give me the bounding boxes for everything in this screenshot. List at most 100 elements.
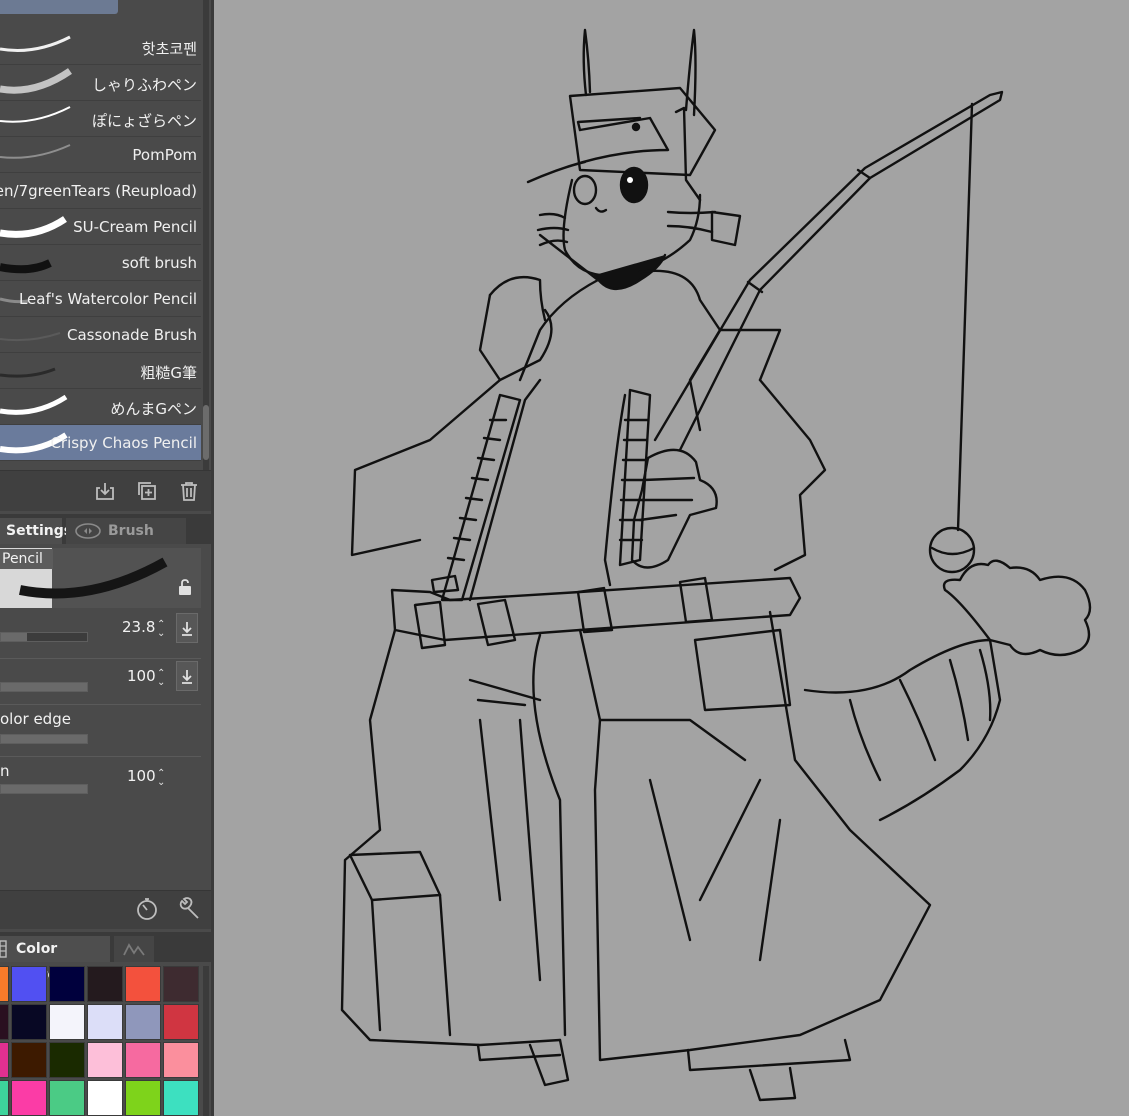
color-edge-label: olor edge — [0, 710, 71, 728]
brush-item[interactable]: SU-Cream Pencil — [0, 209, 201, 245]
brush-name: Cassonade Brush — [67, 326, 197, 344]
tab-brush-size[interactable]: Brush Size — [66, 518, 186, 565]
brush-list-scroll-thumb[interactable] — [203, 405, 209, 460]
color-swatch[interactable] — [87, 1042, 123, 1078]
brush-list: 핫초코펜 しゃりふわペン ぽにょざらペン PomPom Pen/7greenTe… — [0, 0, 201, 462]
color-swatch[interactable] — [163, 966, 199, 1002]
brush-item[interactable]: Cassonade Brush — [0, 317, 201, 353]
brush-size-slider[interactable] — [0, 632, 88, 642]
color-swatch[interactable] — [0, 1004, 9, 1040]
tab-color-set[interactable] — [114, 936, 154, 962]
color-swatch[interactable] — [125, 1080, 161, 1116]
duplicate-icon[interactable] — [136, 480, 158, 502]
import-icon[interactable] — [94, 480, 116, 502]
drawing-canvas[interactable] — [214, 0, 1129, 1116]
brush-stroke-preview — [0, 259, 52, 274]
lock-icon[interactable] — [176, 578, 194, 596]
sub-tool-toolbar — [0, 470, 211, 511]
tab-settings[interactable]: Settings — [0, 518, 72, 544]
brush-item[interactable]: しゃりふわペン — [0, 65, 201, 101]
color-history-scrollbar[interactable] — [203, 966, 209, 1116]
brush-item[interactable]: Pen/7greenTears (Reupload) — [0, 173, 201, 209]
brush-stroke-preview — [0, 367, 56, 378]
color-edge-slider-fill — [1, 735, 87, 743]
color-swatch[interactable] — [11, 1042, 47, 1078]
color-swatch[interactable] — [11, 1004, 47, 1040]
color-swatch[interactable] — [163, 1042, 199, 1078]
trash-icon[interactable] — [178, 480, 200, 502]
opacity-row: 100 ⌃ ⌄ — [0, 658, 201, 705]
last-property-spinner[interactable]: ⌃ ⌄ — [157, 769, 165, 788]
color-swatch[interactable] — [87, 966, 123, 1002]
brush-size-spinner[interactable]: ⌃ ⌄ — [157, 620, 165, 639]
opacity-value[interactable]: 100 — [127, 667, 156, 685]
brush-list-scrollbar[interactable] — [203, 0, 209, 470]
color-edge-row: olor edge — [0, 706, 201, 757]
color-swatch[interactable] — [11, 966, 47, 1002]
brush-name: PomPom — [132, 146, 197, 164]
preview-brush-name: Pencil — [0, 549, 53, 569]
color-set-icon — [123, 943, 145, 956]
color-swatch[interactable] — [49, 1004, 85, 1040]
brush-name: Crispy Chaos Pencil — [50, 434, 197, 452]
brush-stroke-preview — [0, 394, 68, 415]
brush-name: Pen/7greenTears (Reupload) — [0, 182, 197, 200]
tool-property-toolbar — [0, 890, 211, 929]
brush-size-pin-button[interactable] — [176, 613, 198, 643]
last-property-label: n — [0, 762, 10, 780]
color-swatch[interactable] — [125, 966, 161, 1002]
color-swatch[interactable] — [49, 1042, 85, 1078]
color-swatch[interactable] — [49, 966, 85, 1002]
brush-size-icon — [75, 523, 101, 539]
opacity-pin-button[interactable] — [176, 661, 198, 691]
color-swatch[interactable] — [125, 1042, 161, 1078]
brush-stroke-preview — [0, 35, 71, 52]
last-property-value[interactable]: 100 — [127, 767, 156, 785]
brush-item[interactable]: 粗糙G筆 — [0, 353, 201, 389]
opacity-slider-fill — [1, 683, 87, 691]
line-art-illustration — [340, 28, 1092, 1102]
opacity-slider[interactable] — [0, 682, 88, 692]
color-swatch[interactable] — [163, 1004, 199, 1040]
color-edge-slider[interactable] — [0, 734, 88, 744]
color-swatch[interactable] — [0, 1080, 9, 1116]
brush-name: Leaf's Watercolor Pencil — [18, 290, 197, 308]
color-swatch[interactable] — [163, 1080, 199, 1116]
brush-name: ぽにょざらペン — [91, 112, 197, 130]
last-property-slider[interactable] — [0, 784, 88, 794]
brush-item[interactable]: soft brush — [0, 245, 201, 281]
color-swatch[interactable] — [87, 1004, 123, 1040]
color-swatch[interactable] — [49, 1080, 85, 1116]
tool-property-tabs: Settings Brush Size — [0, 514, 211, 565]
sub-tool-panel: 핫초코펜 しゃりふわペン ぽにょざらペン PomPom Pen/7greenTe… — [0, 0, 211, 1116]
brush-item[interactable]: ぽにょざらペン — [0, 101, 201, 137]
brush-stroke-preview — [0, 144, 71, 159]
brush-item[interactable]: めんまGペン — [0, 389, 201, 425]
brush-item-selected[interactable]: Crispy Chaos Pencil — [0, 425, 201, 461]
wrench-icon[interactable] — [176, 896, 202, 922]
color-swatch[interactable] — [125, 1004, 161, 1040]
brush-name: しゃりふわペン — [91, 76, 197, 94]
brush-preview: Pencil — [0, 548, 201, 608]
stopwatch-icon[interactable] — [134, 896, 160, 922]
brush-item[interactable]: 핫초코펜 — [0, 29, 201, 65]
brush-item[interactable]: Leaf's Watercolor Pencil — [0, 281, 201, 317]
color-history-grid — [0, 966, 201, 1116]
palette-icon — [0, 940, 7, 958]
color-swatch[interactable] — [0, 1042, 9, 1078]
last-property-row: n 100 ⌃ ⌄ — [0, 758, 201, 806]
tab-color-history[interactable]: Color History — [0, 936, 110, 983]
brush-item[interactable]: PomPom — [0, 137, 201, 173]
color-swatch[interactable] — [0, 966, 9, 1002]
brush-name: SU-Cream Pencil — [73, 218, 197, 236]
brush-size-slider-fill — [1, 633, 27, 641]
color-panel-tabs: Color History — [0, 932, 211, 983]
last-property-slider-fill — [1, 785, 87, 793]
brush-size-row: 23.8 ⌃ ⌄ — [0, 610, 201, 659]
color-swatch[interactable] — [87, 1080, 123, 1116]
color-swatch[interactable] — [11, 1080, 47, 1116]
brush-name: 핫초코펜 — [141, 40, 197, 58]
opacity-spinner[interactable]: ⌃ ⌄ — [157, 669, 165, 688]
brush-size-value[interactable]: 23.8 — [122, 618, 155, 636]
brush-name: 粗糙G筆 — [140, 364, 197, 382]
